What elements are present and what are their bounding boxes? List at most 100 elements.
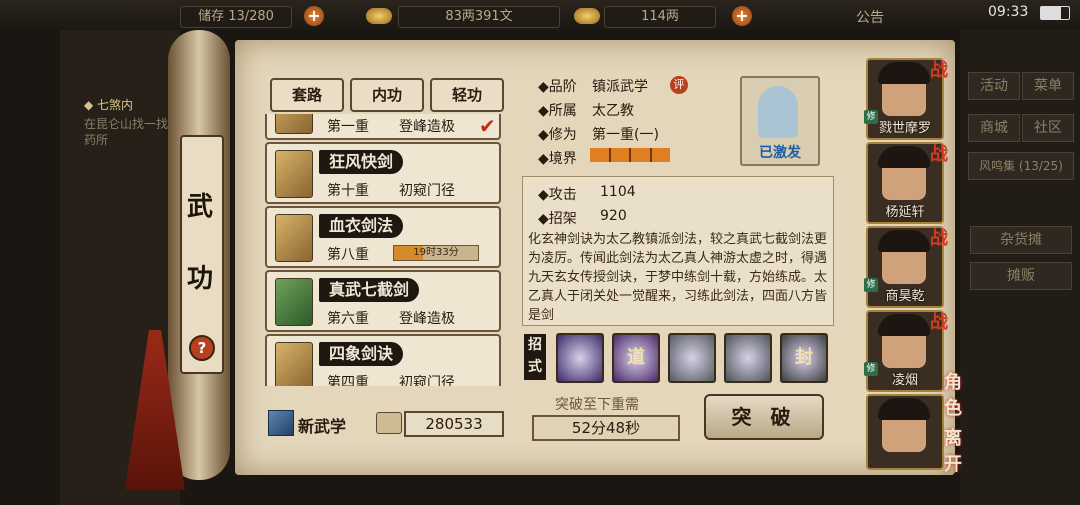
skill-level: 第六重 [327,311,369,327]
character-hair [878,314,930,336]
character-hair [878,230,930,252]
character-hair [878,146,930,168]
skill-book-icon [275,150,313,198]
character-hair [878,398,930,420]
move-wind-slash-icon[interactable] [668,333,716,383]
breakthrough-requirement-label: 突破至下重需 [555,397,639,413]
skill-points-icon [376,412,402,434]
attack-value: 1104 [600,184,636,200]
skill-stage: 初窥门径 [399,375,455,386]
move-purple-slash-icon[interactable] [556,333,604,383]
grocery-stall-button[interactable]: 杂货摊 [970,226,1072,254]
parry-label: ◆招架 [538,211,577,227]
training-timer: 19时33分 [393,245,479,261]
breakthrough-time: 52分48秒 [532,415,680,441]
cultivation-label: ◆修为 [538,127,577,143]
cultivation-value: 第一重(一) [592,127,659,143]
menu-button[interactable]: 菜单 [1022,72,1074,100]
realm-segment [651,148,670,162]
role-button[interactable]: 角色 [944,368,978,419]
move-seal-icon[interactable]: 封 [780,333,828,383]
character-name: 杨延轩 [885,205,925,220]
battle-badge: 战 [930,312,948,333]
skill-name: 真武七截剑 [319,278,420,302]
timer-text: 19时33分 [413,247,459,258]
character-name: 凌烟 [891,373,918,388]
inventory-counter: 储存 13/280 [180,6,292,28]
rating-badge[interactable]: 评 [670,76,688,94]
leave-button[interactable]: 离开 [944,424,978,475]
quest-title: ◆ 七煞内 [84,98,134,112]
skill-item[interactable]: 真武七截剑 第六重 登峰造极 [265,270,501,332]
faction-value: 太乙教 [592,103,634,119]
tab-inner-skill[interactable]: 内功 [350,78,424,112]
character-card[interactable]: 战 修 凌烟 [864,310,948,392]
move-glyph: 道 [627,347,645,368]
announcement-button[interactable]: 公告 [856,7,884,27]
skill-list[interactable]: 第一重 登峰造极 ✔ 狂风快剑 第十重 初窥门径 血衣剑法 第八重 19时33分… [265,114,503,386]
moves-label: 招式 [524,334,546,380]
vendor-button[interactable]: 摊贩 [970,262,1072,290]
shop-button[interactable]: 商城 [968,114,1020,142]
new-skill-button[interactable]: 新武学 [298,413,346,437]
monk-figure-icon [758,86,798,138]
move-sword-rain-icon[interactable] [724,333,772,383]
community-button[interactable]: 社区 [1022,114,1074,142]
breakthrough-button[interactable]: 突 破 [704,394,824,440]
help-icon[interactable]: ? [189,335,215,361]
character-hair [878,62,930,84]
add-inventory-button[interactable]: + [304,6,324,26]
skill-item[interactable]: 狂风快剑 第十重 初窥门径 [265,142,501,204]
attack-label: ◆攻击 [538,187,577,203]
wind-collection-button[interactable]: 风鸣集 (13/25) [968,152,1074,180]
skill-name: 血衣剑法 [319,214,404,238]
character-card[interactable]: 战 修 商昊乾 [864,226,948,308]
character-card[interactable]: 战 杨延轩 [866,142,948,224]
skill-name: 四象剑诀 [319,342,404,366]
move-dao-seal-icon[interactable]: 道 [612,333,660,383]
tab-light-skill[interactable]: 轻功 [430,78,504,112]
character-card[interactable] [866,394,944,470]
skill-stage: 登峰造极 [399,119,455,135]
title-char-wu: 武 [186,192,213,222]
skill-book-icon [275,114,313,134]
skill-item[interactable]: 第一重 登峰造极 ✔ [265,114,501,140]
activation-status: 已激发 [759,145,801,161]
realm-segment [631,148,650,162]
faction-label: ◆所属 [538,103,577,119]
activity-button[interactable]: 活动 [968,72,1020,100]
skill-level: 第八重 [327,247,369,263]
realm-segment [610,148,629,162]
skill-description[interactable]: 化玄神剑诀为太乙教镇派剑法，较之真武七截剑法更为凌厉。传闻此剑法为太乙真人神游太… [528,230,828,322]
grade-value: 镇派武学 [592,79,648,95]
skill-level: 第十重 [327,183,369,199]
selected-check-icon: ✔ [479,114,496,138]
battle-badge: 战 [930,144,948,165]
skill-stage: 登峰造极 [399,311,455,327]
gold-ingot-icon [574,8,600,24]
battery-icon [1040,6,1070,20]
skill-book-icon [275,214,313,262]
new-skill-book-icon[interactable] [268,410,294,436]
silver-coin-icon [366,8,392,24]
realm-bar [590,148,670,162]
grade-label: ◆品阶 [538,79,577,95]
skill-book-icon [275,342,313,386]
character-card[interactable]: 战 修 戮世摩罗 [864,58,948,140]
battle-badge: 战 [930,228,948,249]
silver-counter: 83两391文 [398,6,560,28]
skill-item[interactable]: 四象剑诀 第四重 初窥门径 [265,334,501,386]
skill-name: 狂风快剑 [319,150,404,174]
skill-stage: 初窥门径 [399,183,455,199]
move-glyph: 封 [795,347,813,368]
skill-level: 第一重 [327,119,369,135]
character-name: 戮世摩罗 [878,121,931,136]
battle-badge: 战 [930,60,948,81]
add-gold-button[interactable]: + [732,6,752,26]
skill-item[interactable]: 血衣剑法 第八重 19时33分 [265,206,501,268]
skill-level: 第四重 [327,375,369,386]
quest-text: 在昆仑山找一找药所 [84,117,169,147]
skill-book-icon [275,278,313,326]
tab-routine[interactable]: 套路 [270,78,344,112]
title-char-gong: 功 [186,264,213,294]
